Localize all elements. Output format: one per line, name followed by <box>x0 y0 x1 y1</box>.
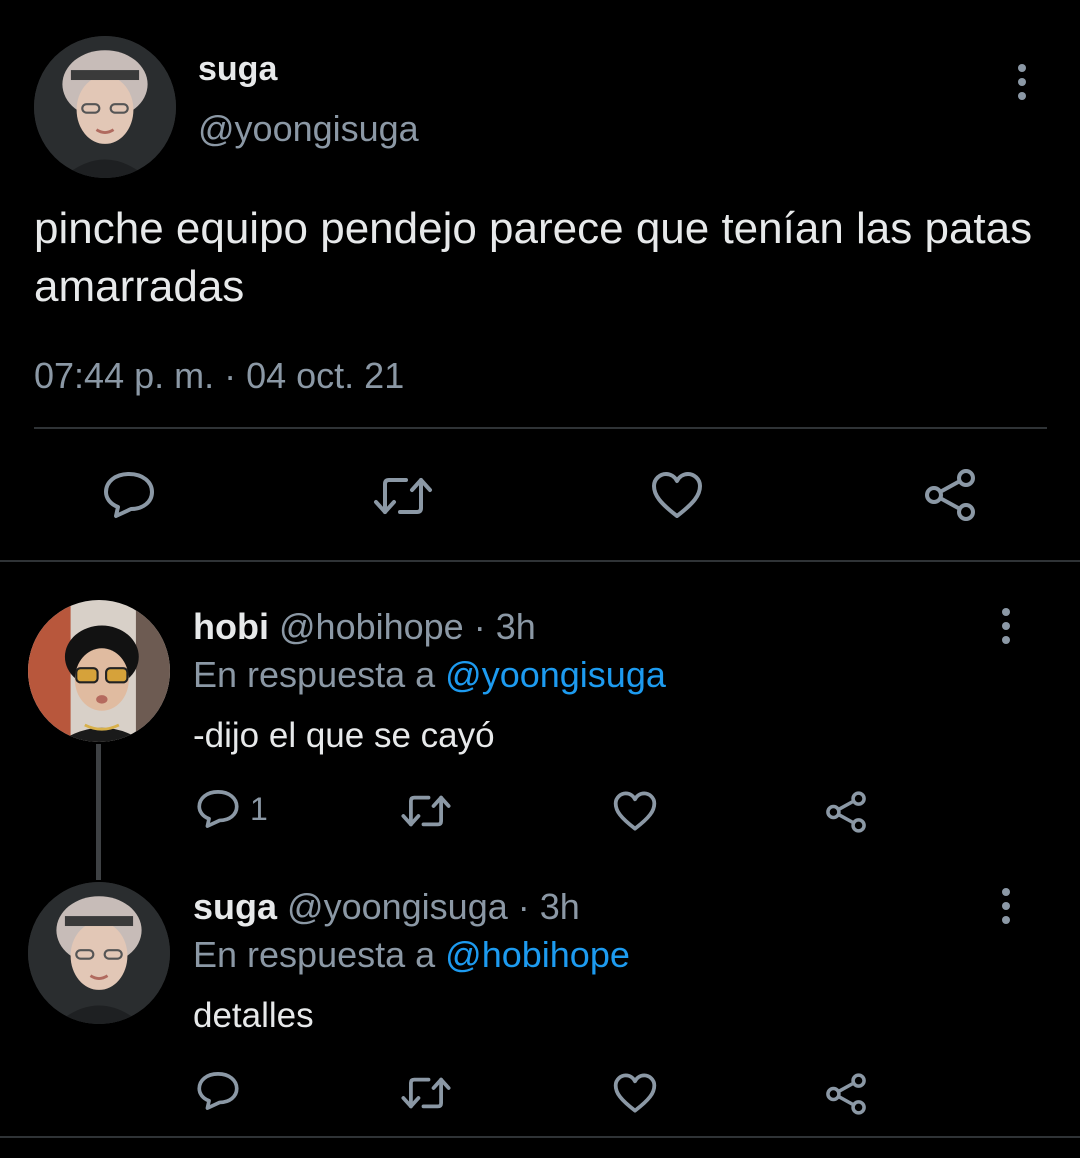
avatar[interactable] <box>34 36 176 178</box>
reply-button[interactable] <box>196 1070 240 1112</box>
share-icon <box>826 791 866 833</box>
time-separator: · <box>507 886 540 927</box>
reply-tweet[interactable]: suga @yoongisuga · 3h En respuesta a @ho… <box>0 860 1080 1136</box>
more-options-icon[interactable] <box>986 886 1026 926</box>
heart-icon <box>613 1073 657 1113</box>
divider <box>0 1136 1080 1138</box>
author-name[interactable]: hobi <box>193 606 269 647</box>
avatar[interactable] <box>28 600 170 742</box>
heart-icon <box>613 791 657 831</box>
reply-button[interactable]: 1 <box>196 788 268 830</box>
heart-icon <box>652 472 702 518</box>
like-button[interactable] <box>612 790 658 832</box>
author-name[interactable]: suga <box>198 50 277 89</box>
thread-line <box>96 744 101 862</box>
author-name[interactable]: suga <box>193 886 277 927</box>
more-options-icon[interactable] <box>1002 62 1042 102</box>
avatar-image <box>34 36 176 178</box>
retweet-icon <box>374 478 432 514</box>
tweet-text: pinche equipo pendejo parece que tenían … <box>34 204 1033 311</box>
tweet-timestamp[interactable]: 07:44 p. m. · 04 oct. 21 <box>34 355 404 397</box>
avatar-image <box>28 600 170 742</box>
in-reply-prefix: En respuesta a <box>193 934 446 975</box>
retweet-icon <box>401 795 451 827</box>
reply-icon <box>197 790 239 828</box>
share-icon <box>925 469 975 521</box>
in-reply-to: En respuesta a @hobihope <box>193 934 630 976</box>
time-separator: · <box>463 606 496 647</box>
reply-time[interactable]: 3h <box>496 606 536 647</box>
reply-count: 1 <box>250 790 268 827</box>
share-button[interactable] <box>922 468 978 522</box>
avatar-image <box>28 882 170 1024</box>
reply-header: hobi @hobihope · 3h <box>193 606 536 648</box>
reply-icon <box>104 472 154 518</box>
retweet-button[interactable] <box>372 474 434 518</box>
retweet-icon <box>401 1077 451 1109</box>
reply-button[interactable] <box>102 470 156 520</box>
mention-link[interactable]: @hobihope <box>445 934 630 975</box>
author-handle[interactable]: @yoongisuga <box>287 886 508 927</box>
like-button[interactable] <box>650 470 704 520</box>
more-options-icon[interactable] <box>986 606 1026 646</box>
thread-line <box>96 860 101 880</box>
mention-link[interactable]: @yoongisuga <box>445 654 666 695</box>
retweet-button[interactable] <box>400 792 452 830</box>
reply-tweet[interactable]: hobi @hobihope · 3h En respuesta a @yoon… <box>0 562 1080 862</box>
main-tweet: suga @yoongisuga pinche equipo pendejo p… <box>0 0 1080 560</box>
reply-time[interactable]: 3h <box>540 886 580 927</box>
tweet-thread-page: suga @yoongisuga pinche equipo pendejo p… <box>0 0 1080 1158</box>
like-button[interactable] <box>612 1072 658 1114</box>
reply-header: suga @yoongisuga · 3h <box>193 886 580 928</box>
author-handle[interactable]: @yoongisuga <box>198 108 419 150</box>
tweet-action-bar <box>0 460 1080 530</box>
reply-text: -dijo el que se cayó <box>193 716 495 755</box>
reply-icon <box>197 1072 239 1110</box>
share-button[interactable] <box>824 790 868 834</box>
author-handle[interactable]: @hobihope <box>279 606 464 647</box>
share-button[interactable] <box>824 1072 868 1116</box>
divider <box>34 427 1047 429</box>
in-reply-prefix: En respuesta a <box>193 654 446 695</box>
in-reply-to: En respuesta a @yoongisuga <box>193 654 666 696</box>
reply-text: detalles <box>193 996 314 1035</box>
retweet-button[interactable] <box>400 1074 452 1112</box>
share-icon <box>826 1073 866 1115</box>
avatar[interactable] <box>28 882 170 1024</box>
